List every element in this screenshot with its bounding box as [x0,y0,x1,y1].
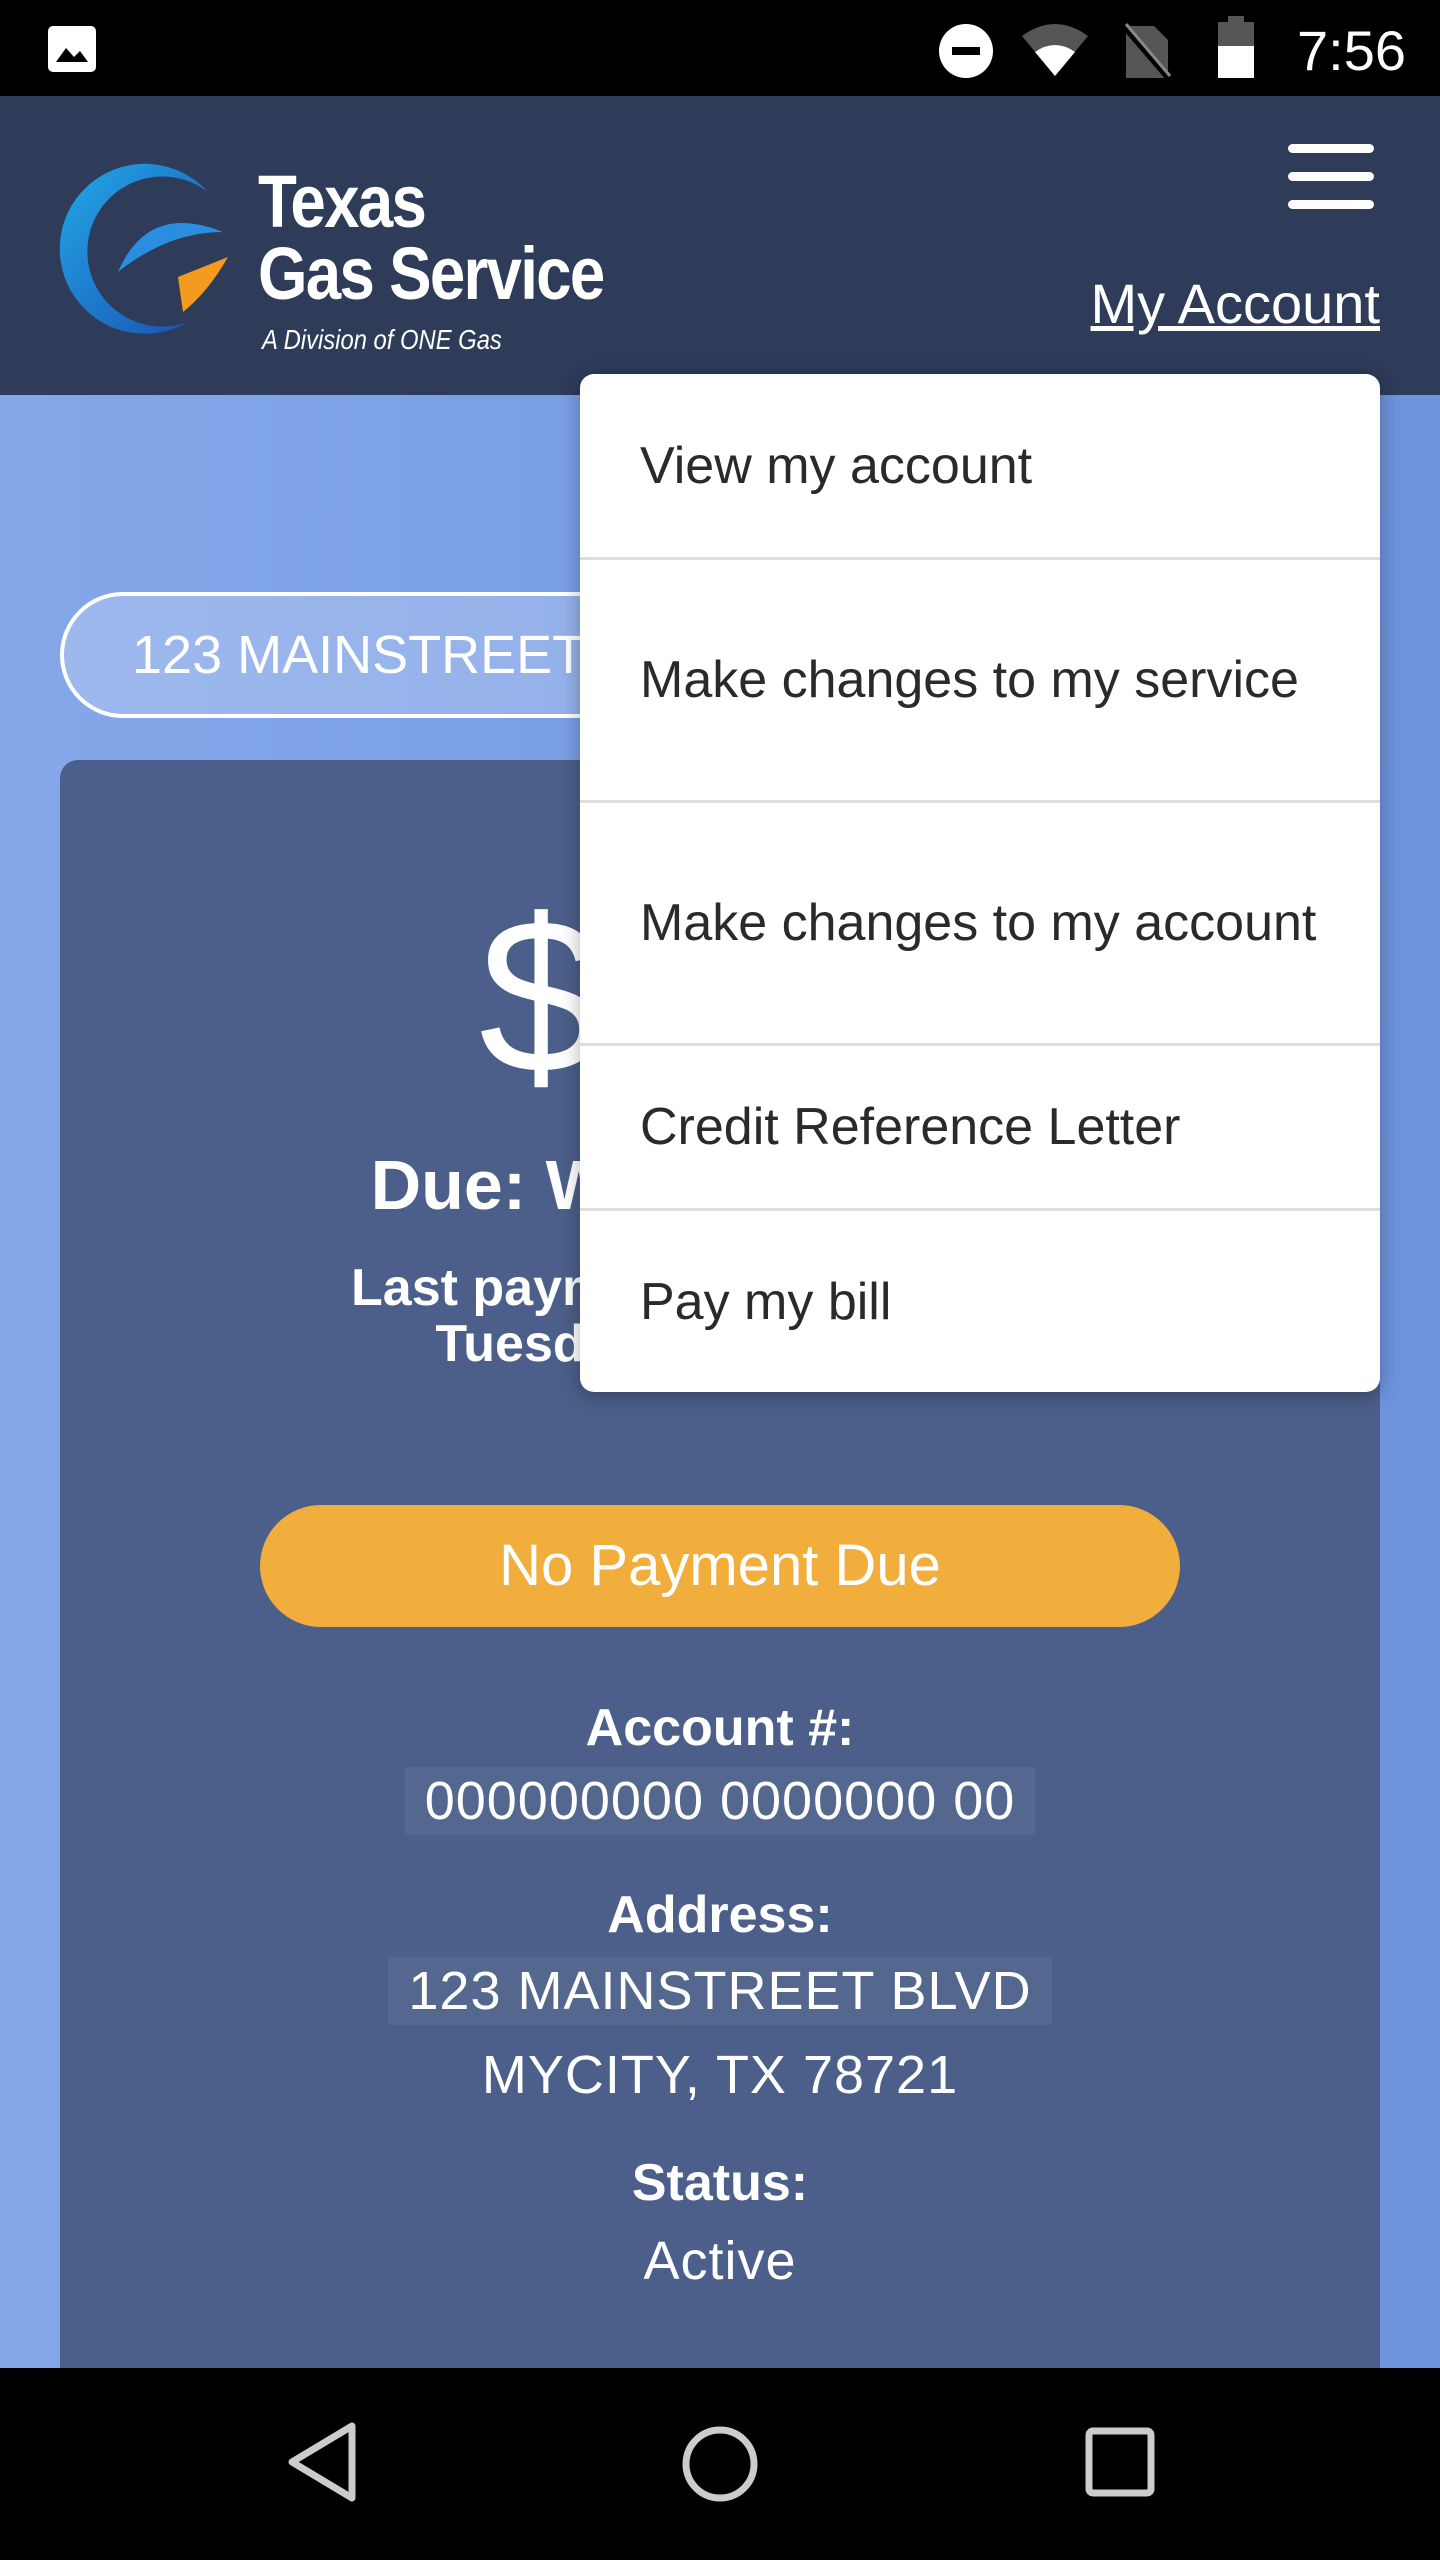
brand-name: Texas Gas Service [258,160,605,315]
menu-item-pay-bill[interactable]: Pay my bill [580,1211,1380,1392]
account-number-label: Account #: [585,1699,855,1757]
navigation-bar [0,2368,1440,2560]
wifi-icon [1022,24,1088,76]
menu-item-change-account[interactable]: Make changes to my account [580,803,1380,1046]
address-line1: 123 MAINSTREET BLVD [60,1957,1380,2025]
image-icon [48,26,96,72]
my-account-link[interactable]: My Account [1091,271,1380,336]
hamburger-icon[interactable] [1288,144,1374,210]
status-value: Active [643,2231,797,2291]
header: Texas Gas Service A Division of ONE Gas M… [0,96,1440,395]
brand-tagline: A Division of ONE Gas [262,324,502,355]
clock: 7:56 [1297,19,1406,82]
my-account-dropdown: View my account Make changes to my servi… [580,374,1380,1392]
battery-icon [1218,16,1254,78]
menu-item-credit-reference-letter[interactable]: Credit Reference Letter [580,1046,1380,1211]
status-label: Status: [631,2154,809,2212]
status-bar: 7:56 [0,0,1440,96]
recents-icon[interactable] [1084,2426,1156,2498]
menu-item-change-service[interactable]: Make changes to my service [580,560,1380,803]
account-number: 000000000 0000000 00 [60,1767,1380,1835]
no-sim-icon [1120,22,1172,80]
back-icon[interactable] [284,2420,360,2504]
brand-logo-icon [59,163,228,334]
address-label: Address: [607,1886,833,1944]
menu-item-view-account[interactable]: View my account [580,374,1380,560]
address-line2: MYCITY, TX 78721 [481,2045,959,2105]
home-icon[interactable] [680,2424,760,2504]
do-not-disturb-icon [939,24,993,78]
no-payment-due-button[interactable]: No Payment Due [260,1505,1180,1627]
